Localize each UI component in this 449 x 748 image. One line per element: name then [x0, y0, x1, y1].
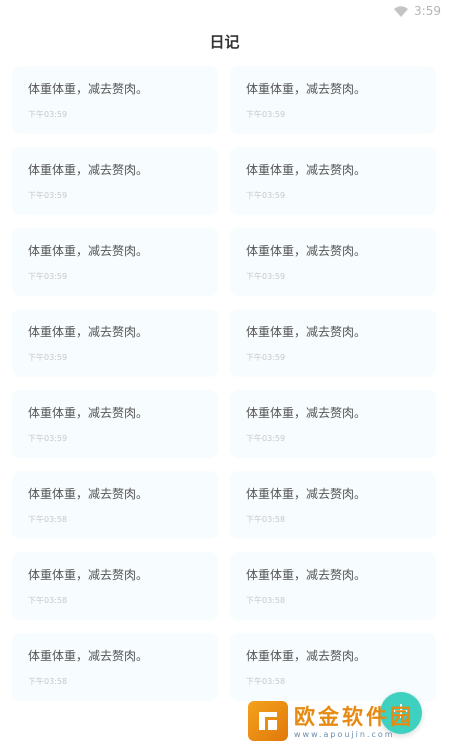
- diary-card-text: 体重体重，减去赘肉。: [246, 325, 367, 339]
- diary-card-time: 下午03:59: [28, 191, 68, 200]
- diary-card-time: 下午03:58: [28, 515, 68, 524]
- status-time: 3:59: [414, 4, 441, 18]
- diary-card[interactable]: 体重体重，减去赘肉。 下午03:59: [230, 228, 436, 296]
- diary-card-text: 体重体重，减去赘肉。: [246, 163, 367, 177]
- diary-card-text: 体重体重，减去赘肉。: [28, 325, 149, 339]
- watermark: 欧金软件园 www.apoujin.com: [248, 698, 444, 744]
- diary-card-time: 下午03:58: [28, 677, 68, 686]
- watermark-text: 欧金软件园 www.apoujin.com: [294, 704, 414, 739]
- page-title: 日记: [209, 33, 240, 51]
- diary-card-time: 下午03:59: [246, 110, 286, 119]
- diary-card[interactable]: 体重体重，减去赘肉。 下午03:59: [230, 309, 436, 377]
- status-bar: 3:59: [0, 0, 449, 22]
- diary-grid: 体重体重，减去赘肉。 下午03:59 体重体重，减去赘肉。 下午03:59 体重…: [12, 66, 436, 701]
- diary-card-time: 下午03:59: [28, 110, 68, 119]
- diary-card-text: 体重体重，减去赘肉。: [28, 163, 149, 177]
- diary-card[interactable]: 体重体重，减去赘肉。 下午03:59: [230, 147, 436, 215]
- diary-card-text: 体重体重，减去赘肉。: [28, 244, 149, 258]
- watermark-logo-icon: [248, 701, 288, 741]
- diary-card[interactable]: 体重体重，减去赘肉。 下午03:58: [12, 552, 218, 620]
- diary-card-time: 下午03:59: [246, 434, 286, 443]
- wifi-icon: [394, 5, 409, 17]
- diary-card-time: 下午03:58: [246, 515, 286, 524]
- diary-card-text: 体重体重，减去赘肉。: [246, 649, 367, 663]
- diary-card-text: 体重体重，减去赘肉。: [28, 649, 149, 663]
- diary-card[interactable]: 体重体重，减去赘肉。 下午03:58: [230, 552, 436, 620]
- diary-card-time: 下午03:59: [28, 272, 68, 281]
- diary-card-time: 下午03:59: [28, 434, 68, 443]
- diary-card-text: 体重体重，减去赘肉。: [246, 568, 367, 582]
- watermark-url: www.apoujin.com: [294, 729, 395, 739]
- diary-card[interactable]: 体重体重，减去赘肉。 下午03:58: [12, 471, 218, 539]
- diary-card-time: 下午03:58: [246, 677, 286, 686]
- diary-card-text: 体重体重，减去赘肉。: [246, 244, 367, 258]
- diary-card-time: 下午03:58: [246, 596, 286, 605]
- watermark-name: 欧金软件园: [294, 704, 414, 729]
- diary-card[interactable]: 体重体重，减去赘肉。 下午03:58: [230, 471, 436, 539]
- diary-card-text: 体重体重，减去赘肉。: [28, 487, 149, 501]
- diary-card[interactable]: 体重体重，减去赘肉。 下午03:59: [230, 390, 436, 458]
- diary-card-time: 下午03:59: [246, 191, 286, 200]
- diary-card-text: 体重体重，减去赘肉。: [246, 82, 367, 96]
- diary-card-time: 下午03:59: [28, 353, 68, 362]
- diary-card-text: 体重体重，减去赘肉。: [28, 568, 149, 582]
- diary-card-time: 下午03:59: [246, 353, 286, 362]
- app-screen: 3:59 日记 体重体重，减去赘肉。 下午03:59 体重体重，减去赘肉。 下午…: [0, 0, 449, 748]
- diary-card[interactable]: 体重体重，减去赘肉。 下午03:58: [12, 633, 218, 701]
- diary-card[interactable]: 体重体重，减去赘肉。 下午03:58: [230, 633, 436, 701]
- diary-card-text: 体重体重，减去赘肉。: [246, 406, 367, 420]
- diary-card-time: 下午03:59: [246, 272, 286, 281]
- diary-card[interactable]: 体重体重，减去赘肉。 下午03:59: [230, 66, 436, 134]
- diary-card[interactable]: 体重体重，减去赘肉。 下午03:59: [12, 390, 218, 458]
- diary-card-text: 体重体重，减去赘肉。: [246, 487, 367, 501]
- diary-card[interactable]: 体重体重，减去赘肉。 下午03:59: [12, 147, 218, 215]
- diary-card[interactable]: 体重体重，减去赘肉。 下午03:59: [12, 66, 218, 134]
- diary-card-text: 体重体重，减去赘肉。: [28, 82, 149, 96]
- diary-card-text: 体重体重，减去赘肉。: [28, 406, 149, 420]
- diary-card-time: 下午03:58: [28, 596, 68, 605]
- diary-card[interactable]: 体重体重，减去赘肉。 下午03:59: [12, 228, 218, 296]
- diary-card[interactable]: 体重体重，减去赘肉。 下午03:59: [12, 309, 218, 377]
